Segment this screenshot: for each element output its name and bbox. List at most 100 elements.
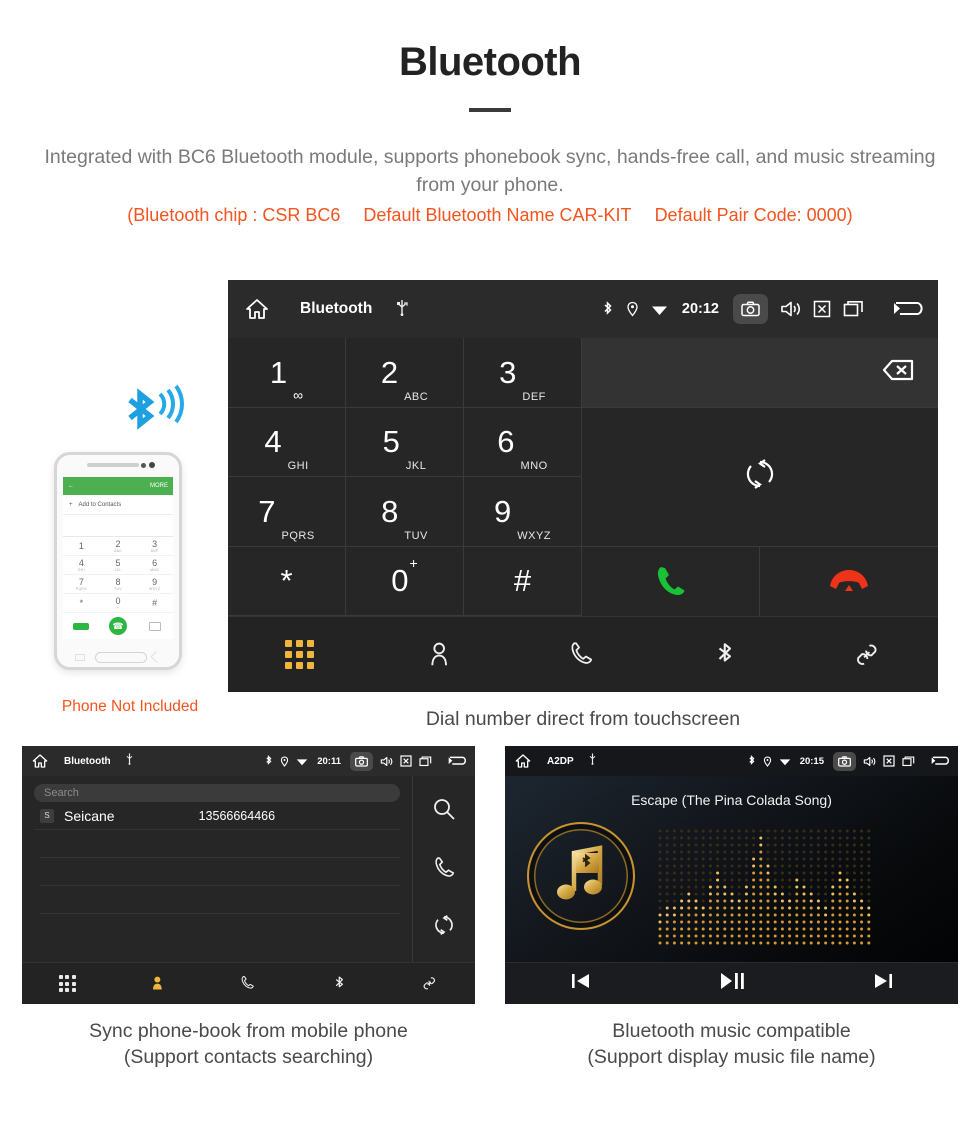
keypad-tab[interactable] (284, 640, 314, 669)
contacts-tab[interactable] (425, 639, 457, 671)
dial-key-digit: 9 (493, 493, 512, 529)
dialer-sync-cell[interactable] (582, 407, 938, 547)
phone-key-8: 8 TUV (99, 575, 137, 594)
phonebook-caption-line1: Sync phone-book from mobile phone (89, 1020, 408, 1042)
phonebook-caption-line2: (Support contacts searching) (123, 1046, 374, 1069)
dial-key-3[interactable]: 3 DEF (464, 338, 582, 408)
recent-apps-icon[interactable] (902, 756, 915, 767)
dial-key-digit: 7 (258, 493, 276, 529)
dial-key-2[interactable]: 2 ABC (346, 338, 464, 408)
a2dp-status-icons: 20:15 (747, 751, 950, 771)
phone-key-9: 9 WXYZ (136, 575, 173, 594)
phone-not-included-note: Phone Not Included (61, 698, 199, 715)
dial-key-5[interactable]: 5 JKL (346, 407, 464, 477)
voicemail-icon: ∞ (293, 386, 304, 403)
phone-home-key (95, 652, 147, 663)
phone-key-digit: # (152, 598, 158, 608)
audio-visualizer (658, 829, 871, 945)
handset-icon[interactable] (432, 855, 456, 884)
volume-icon[interactable] (780, 300, 801, 318)
camera-icon[interactable] (350, 751, 373, 771)
back-arrow-icon[interactable] (929, 755, 950, 767)
camera-icon[interactable] (833, 751, 856, 771)
home-icon[interactable] (30, 753, 50, 769)
volume-icon[interactable] (863, 756, 876, 767)
dial-key-7[interactable]: 7 PQRS (228, 477, 346, 547)
dial-key-digit: 1 (269, 354, 288, 390)
dial-key-1[interactable]: 1 ∞ (228, 338, 346, 408)
bluetooth-icon (601, 300, 614, 318)
phone-key-letters: JKL (114, 568, 122, 572)
search-input[interactable]: Search (34, 784, 400, 802)
close-box-icon[interactable] (883, 755, 895, 767)
close-box-icon[interactable] (813, 300, 831, 318)
usb-icon (125, 752, 134, 770)
calllog-tab[interactable] (239, 974, 258, 993)
contacts-list-pane: Search S Seicane 13566664466 (22, 776, 413, 962)
dial-key-0[interactable]: 0 + (346, 546, 464, 616)
search-placeholder: Search (44, 787, 79, 799)
sync-icon[interactable] (742, 456, 778, 497)
home-icon[interactable] (513, 753, 533, 769)
dial-key-letters: MNO (520, 460, 548, 472)
phone-key-digit: 7 (78, 577, 84, 587)
calllog-tab[interactable] (567, 639, 599, 671)
link-tab[interactable] (420, 974, 439, 993)
play-pause-button[interactable] (717, 969, 747, 998)
phonebook-title: Bluetooth (64, 755, 111, 767)
phone-key-4: 4 GHI (63, 556, 100, 575)
bluetooth-tab[interactable] (330, 974, 349, 993)
phone-add-contact-label: Add to Contacts (78, 501, 122, 508)
phone-key-letters: DEF (150, 549, 159, 553)
link-tab[interactable] (851, 639, 883, 671)
dial-key-letters: PQRS (281, 529, 315, 542)
back-arrow-icon[interactable] (446, 755, 467, 767)
close-box-icon[interactable] (400, 755, 412, 767)
home-icon[interactable] (242, 297, 272, 321)
phone-key-star: * (63, 594, 100, 613)
recent-apps-icon[interactable] (419, 756, 432, 767)
phone-key-digit: 0 (115, 596, 121, 606)
bluetooth-icon (264, 755, 273, 767)
dialer-status-icons: 20:12 (601, 294, 924, 324)
next-button[interactable] (870, 970, 896, 997)
phone-key-hash: # (136, 594, 173, 613)
dialer-clock: 20:12 (681, 301, 719, 317)
dial-key-6[interactable]: 6 MNO (464, 407, 582, 477)
call-button[interactable] (582, 546, 760, 616)
contact-row[interactable]: S Seicane 13566664466 (34, 802, 400, 830)
dial-key-4[interactable]: 4 GHI (228, 407, 346, 477)
a2dp-now-playing: Escape (The Pina Colada Song) (505, 776, 958, 962)
end-call-button[interactable] (760, 547, 938, 617)
recent-apps-icon[interactable] (843, 300, 864, 318)
dialer-keypad: #0 + * 9 WXYZ 8 TUV 7 PQRS 6 MNO 5 JKL 4 GHI 3 DEF 2 ABC 1 ∞ (228, 338, 938, 616)
keypad-tab[interactable] (58, 975, 76, 992)
phone-speaker (87, 463, 139, 467)
bluetooth-icon (747, 755, 756, 767)
contacts-tab[interactable] (149, 974, 168, 993)
previous-button[interactable] (568, 970, 594, 997)
camera-icon[interactable] (733, 294, 768, 324)
bluetooth-signal-icon (128, 384, 184, 430)
back-arrow-icon[interactable] (890, 299, 924, 319)
phone-videocall-icon (73, 622, 90, 630)
location-pin-icon (280, 755, 289, 767)
phone-key-2: 2 ABC (99, 537, 137, 556)
dialer-number-display[interactable] (582, 338, 938, 408)
dialer-caption: Dial number direct from touchscreen (425, 708, 741, 730)
dial-key-hash[interactable]: # (464, 546, 582, 616)
phone-call-button: ☎ (108, 617, 127, 635)
phone-key-digit: 5 (115, 558, 121, 568)
dial-key-9[interactable]: 9 WXYZ (464, 477, 582, 547)
backspace-icon[interactable] (870, 355, 916, 390)
phonebook-body: Search S Seicane 13566664466 (22, 776, 475, 962)
location-pin-icon (763, 755, 772, 767)
dial-key-8[interactable]: 8 TUV (346, 477, 464, 547)
dial-key-star[interactable]: * (228, 546, 346, 616)
usb-icon (588, 752, 597, 770)
wifi-icon (779, 757, 791, 766)
volume-icon[interactable] (380, 756, 393, 767)
search-icon[interactable] (432, 797, 456, 826)
bluetooth-tab[interactable] (709, 639, 741, 671)
sync-icon[interactable] (432, 913, 456, 942)
